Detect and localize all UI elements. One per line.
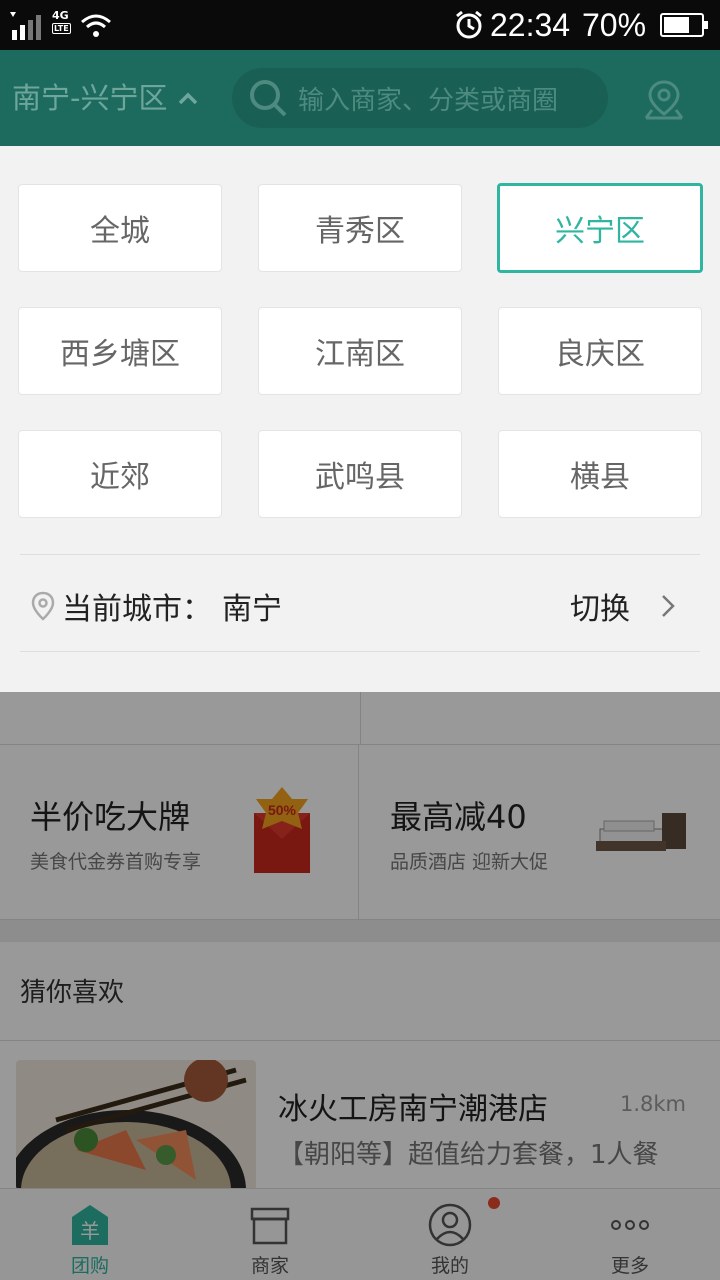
current-city-name: 南宁 (222, 592, 282, 627)
district-option[interactable]: 横县 (498, 430, 702, 518)
dim-overlay[interactable] (0, 690, 720, 1280)
chevron-right-icon (662, 595, 675, 617)
district-option-selected[interactable]: 兴宁区 (497, 183, 703, 273)
battery-fill (664, 17, 690, 33)
chevron-up-icon (179, 92, 198, 105)
status-bar: 4G LTE 22:34 70% (0, 0, 720, 50)
district-dropdown-panel: 全城 青秀区 兴宁区 西乡塘区 江南区 良庆区 近郊 武鸣县 横县 当前城市： … (0, 146, 720, 692)
search-icon (250, 80, 287, 117)
signal-icon (10, 12, 41, 40)
divider (20, 554, 700, 555)
clock-time: 22:34 (490, 7, 571, 43)
current-city-label: 当前城市： (62, 592, 212, 627)
network-label: 4G (52, 9, 69, 22)
search-placeholder: 输入商家、分类或商圈 (298, 85, 559, 116)
network-sub-label: LTE (52, 23, 71, 34)
location-pin-icon (31, 591, 55, 621)
switch-label: 切换 (570, 592, 630, 627)
district-option[interactable]: 近郊 (18, 430, 222, 518)
network-type: 4G LTE (52, 10, 71, 34)
switch-city-button[interactable]: 切换 (570, 584, 676, 628)
city-district-label: 南宁-兴宁区 (12, 81, 168, 115)
battery-percent: 70% (582, 7, 647, 43)
district-option[interactable]: 武鸣县 (258, 430, 462, 518)
district-option[interactable]: 西乡塘区 (18, 307, 222, 395)
district-option[interactable]: 青秀区 (258, 184, 462, 272)
location-icon[interactable] (642, 78, 686, 122)
battery-icon (660, 13, 708, 37)
district-option[interactable]: 良庆区 (498, 307, 702, 395)
current-city: 当前城市： 南宁 (30, 584, 282, 628)
divider (20, 651, 700, 652)
alarm-icon (456, 10, 482, 39)
district-option[interactable]: 全城 (18, 184, 222, 272)
search-input[interactable]: 输入商家、分类或商圈 (232, 68, 608, 128)
city-district-selector[interactable]: 南宁-兴宁区 (12, 78, 199, 118)
wifi-icon (81, 14, 111, 37)
district-option[interactable]: 江南区 (258, 307, 462, 395)
top-header: 南宁-兴宁区 输入商家、分类或商圈 (0, 50, 720, 146)
